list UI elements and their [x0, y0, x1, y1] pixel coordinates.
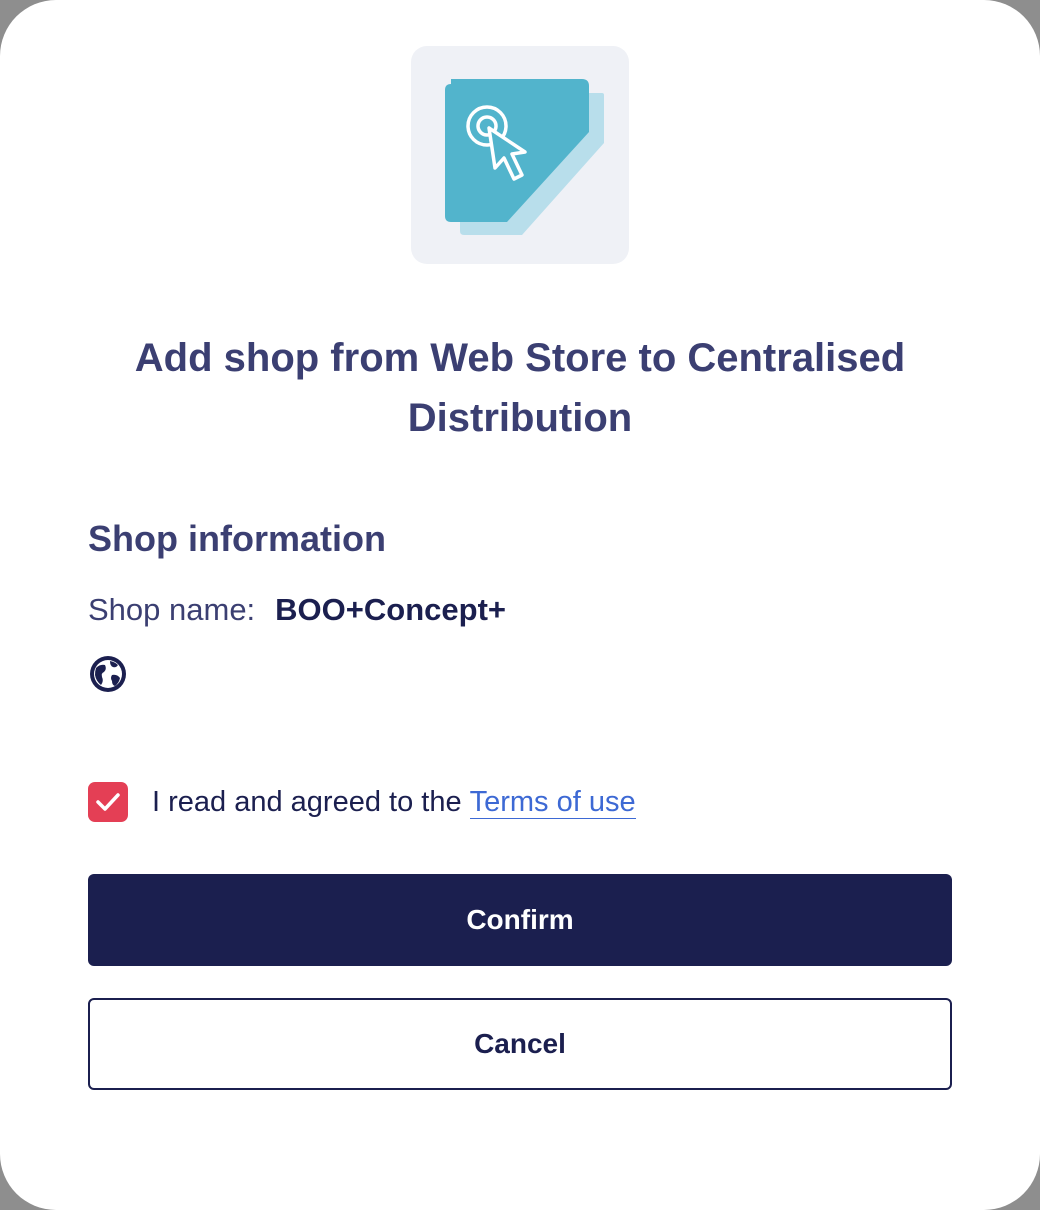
click-cursor-app-icon: [445, 79, 604, 235]
confirm-button[interactable]: Confirm: [88, 874, 952, 966]
terms-agreement-row: I read and agreed to the Terms of use: [88, 780, 636, 824]
section-title-shop-information: Shop information: [88, 518, 386, 559]
dialog-title: Add shop from Web Store to Centralised D…: [134, 336, 906, 440]
app-logo-tile: [411, 46, 629, 264]
add-shop-dialog: Add shop from Web Store to Centralised D…: [0, 0, 1040, 1210]
shop-name-row: Shop name: BOO+Concept+: [88, 588, 506, 632]
shop-name-value: BOO+Concept+: [275, 592, 506, 627]
checkmark-icon: [96, 793, 120, 811]
terms-agreement-text: I read and agreed to the Terms of use: [152, 785, 636, 819]
shop-name-label: Shop name:: [88, 592, 256, 627]
terms-checkbox[interactable]: [88, 782, 128, 822]
cancel-button[interactable]: Cancel: [88, 998, 952, 1090]
globe-icon[interactable]: [88, 654, 128, 694]
terms-agreement-label: I read and agreed to the: [152, 785, 462, 818]
terms-of-use-link[interactable]: Terms of use: [469, 785, 636, 819]
